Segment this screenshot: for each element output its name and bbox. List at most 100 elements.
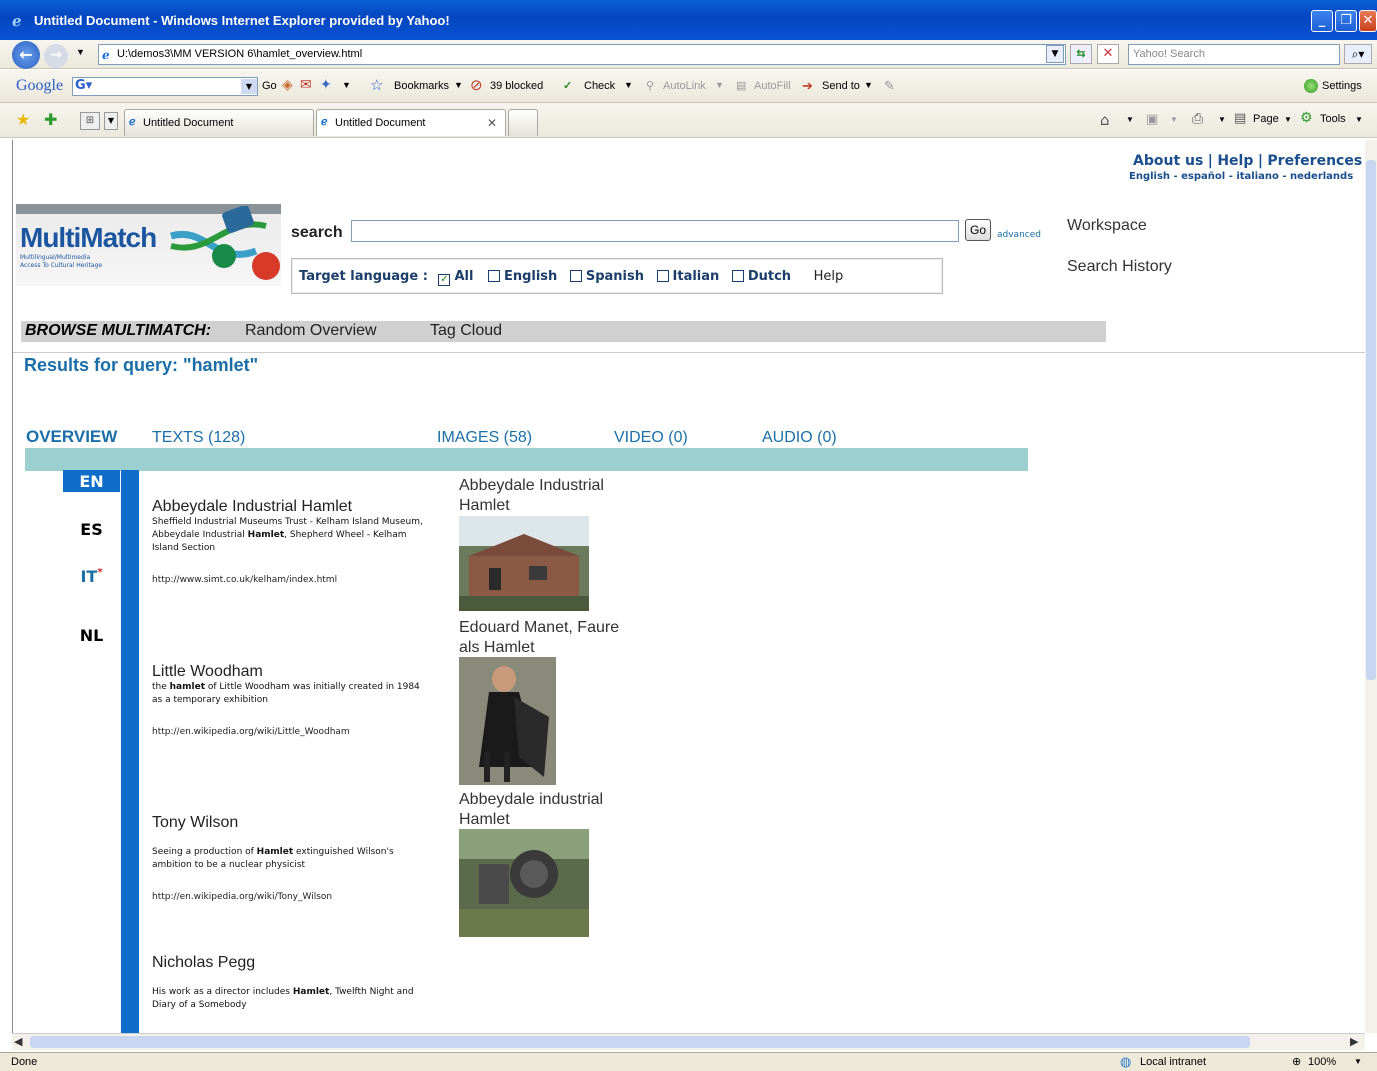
- tab-list-dropdown-button[interactable]: ▼: [104, 112, 118, 130]
- news-icon[interactable]: ✉: [300, 77, 312, 93]
- search-go-button[interactable]: Go: [965, 219, 991, 241]
- multimatch-logo[interactable]: MultiMatch Multilingual/Multimedia Acces…: [16, 204, 281, 286]
- chevron-down-icon[interactable]: ▼: [1218, 115, 1226, 124]
- result-title-link[interactable]: Little Woodham: [152, 663, 427, 681]
- page-menu-button[interactable]: Page: [1253, 113, 1279, 125]
- google-search-input[interactable]: G▾ ▼: [72, 77, 258, 96]
- image-thumbnail[interactable]: [459, 657, 556, 785]
- image-caption-link[interactable]: Edouard Manet, Faure als Hamlet: [459, 618, 629, 658]
- chevron-down-icon[interactable]: ▼: [1354, 1057, 1362, 1066]
- chevron-down-icon[interactable]: ▼: [624, 80, 633, 90]
- yahoo-search-input[interactable]: Yahoo! Search: [1128, 44, 1340, 65]
- result-url-link[interactable]: http://www.simt.co.uk/kelham/index.html: [152, 575, 427, 585]
- autolink-button[interactable]: AutoLink: [663, 80, 706, 92]
- highlight-pen-icon[interactable]: ✎: [884, 78, 895, 94]
- tag-cloud-link[interactable]: Tag Cloud: [430, 322, 502, 340]
- close-button[interactable]: ✕: [1359, 10, 1377, 32]
- chevron-down-icon[interactable]: ▼: [715, 80, 724, 90]
- scroll-left-icon[interactable]: ◀: [14, 1035, 22, 1048]
- image-thumbnail[interactable]: [459, 516, 589, 611]
- popup-blocked-button[interactable]: 39 blocked: [490, 80, 543, 92]
- search-history-link[interactable]: Search History: [1067, 258, 1172, 276]
- lang-tab-it[interactable]: IT*: [63, 567, 120, 586]
- send-to-button[interactable]: Send to: [822, 80, 860, 92]
- google-go-button[interactable]: Go: [262, 80, 277, 92]
- home-icon[interactable]: ⌂: [1100, 111, 1110, 129]
- lang-tab-es[interactable]: ES: [63, 520, 120, 539]
- interface-language-links[interactable]: English - español - italiano - nederland…: [1129, 171, 1353, 182]
- feeds-icon[interactable]: ▣: [1146, 112, 1158, 127]
- chevron-down-icon[interactable]: ▼: [1170, 115, 1178, 124]
- lang-option-dutch[interactable]: Dutch: [731, 269, 791, 284]
- tab-audio[interactable]: AUDIO (0): [762, 429, 837, 447]
- quick-tabs-icon[interactable]: ⊞: [80, 112, 100, 130]
- close-tab-icon[interactable]: ✕: [487, 116, 497, 130]
- result-title-link[interactable]: Nicholas Pegg: [152, 954, 427, 972]
- minimize-button[interactable]: _: [1311, 10, 1333, 32]
- checkbox-italian[interactable]: [656, 270, 669, 282]
- bookmark-star-icon[interactable]: ✦: [320, 77, 332, 93]
- stop-icon[interactable]: ✕: [1097, 44, 1119, 64]
- lang-option-italian[interactable]: Italian: [656, 269, 719, 284]
- tab-video[interactable]: VIDEO (0): [614, 429, 688, 447]
- preferences-link[interactable]: Preferences: [1267, 153, 1362, 169]
- image-caption-link[interactable]: Abbeydale Industrial Hamlet: [459, 476, 629, 516]
- random-overview-link[interactable]: Random Overview: [245, 322, 377, 340]
- tab-untitled-2[interactable]: ℯ Untitled Document ✕: [316, 109, 506, 136]
- help-link[interactable]: Help: [1217, 153, 1253, 169]
- favorites-star-icon[interactable]: ★: [16, 110, 30, 129]
- about-us-link[interactable]: About us: [1133, 153, 1203, 169]
- chevron-down-icon[interactable]: ▼: [864, 80, 873, 90]
- image-thumbnail[interactable]: [459, 829, 589, 937]
- checkbox-dutch[interactable]: [731, 270, 744, 282]
- lang-option-spanish[interactable]: Spanish: [569, 269, 644, 284]
- tab-overview[interactable]: OVERVIEW: [26, 427, 117, 447]
- chevron-down-icon[interactable]: ▼: [1126, 115, 1134, 124]
- settings-button[interactable]: Settings: [1322, 80, 1362, 92]
- result-url-link[interactable]: http://en.wikipedia.org/wiki/Tony_Wilson: [152, 892, 427, 902]
- search-icon[interactable]: ⌕▾: [1344, 44, 1372, 64]
- advanced-search-link[interactable]: advanced: [997, 230, 1041, 240]
- horizontal-scroll-thumb[interactable]: [30, 1036, 1250, 1048]
- zoom-level[interactable]: 100%: [1308, 1056, 1336, 1068]
- chevron-down-icon[interactable]: ▼: [454, 80, 463, 90]
- add-favorite-icon[interactable]: ✚: [44, 110, 57, 129]
- chevron-down-icon[interactable]: ▼: [1355, 115, 1363, 124]
- checkbox-all[interactable]: ✓: [438, 274, 451, 286]
- result-title-link[interactable]: Abbeydale Industrial Hamlet: [152, 498, 427, 516]
- result-title-link[interactable]: Tony Wilson: [152, 814, 427, 832]
- bookmarks-button[interactable]: Bookmarks: [394, 80, 449, 92]
- chevron-down-icon[interactable]: ▼: [342, 80, 351, 90]
- address-toolbar: ← → ▼ U:\demos3\MM VERSION 6\hamlet_over…: [0, 40, 1377, 69]
- forward-button[interactable]: →: [44, 44, 68, 68]
- address-input[interactable]: U:\demos3\MM VERSION 6\hamlet_overview.h…: [98, 44, 1066, 65]
- tab-images[interactable]: IMAGES (58): [437, 429, 532, 447]
- maximize-button[interactable]: ❐: [1335, 10, 1357, 32]
- refresh-icon[interactable]: ⇆: [1070, 44, 1092, 64]
- result-url-link[interactable]: http://en.wikipedia.org/wiki/Little_Wood…: [152, 727, 427, 737]
- tools-menu-button[interactable]: Tools: [1320, 113, 1346, 125]
- chevron-down-icon[interactable]: ▼: [1284, 115, 1292, 124]
- lang-tab-en[interactable]: EN: [63, 470, 120, 492]
- lang-tab-nl[interactable]: NL: [63, 626, 120, 645]
- lang-option-english[interactable]: English: [487, 269, 557, 284]
- image-caption-link[interactable]: Abbeydale industrial Hamlet: [459, 790, 629, 830]
- workspace-link[interactable]: Workspace: [1067, 217, 1147, 235]
- chevron-down-icon[interactable]: ▼: [241, 79, 257, 94]
- scroll-right-icon[interactable]: ▶: [1350, 1035, 1358, 1048]
- tab-texts[interactable]: TEXTS (128): [152, 429, 245, 447]
- new-tab-button[interactable]: [508, 109, 538, 136]
- back-button[interactable]: ←: [12, 41, 40, 69]
- print-icon[interactable]: ⎙: [1192, 111, 1203, 127]
- lang-option-all[interactable]: ✓ All: [438, 269, 473, 286]
- check-button[interactable]: Check: [584, 80, 615, 92]
- tab-untitled-1[interactable]: ℯ Untitled Document: [124, 109, 314, 136]
- search-input[interactable]: [351, 220, 959, 242]
- history-dropdown-icon[interactable]: ▼: [76, 47, 85, 57]
- autofill-button[interactable]: AutoFill: [754, 80, 791, 92]
- checkbox-english[interactable]: [487, 270, 500, 282]
- vertical-scroll-thumb[interactable]: [1366, 160, 1376, 680]
- checkbox-spanish[interactable]: [569, 270, 582, 282]
- target-language-help-link[interactable]: Help: [814, 269, 844, 284]
- address-dropdown-button[interactable]: ▼: [1046, 45, 1064, 63]
